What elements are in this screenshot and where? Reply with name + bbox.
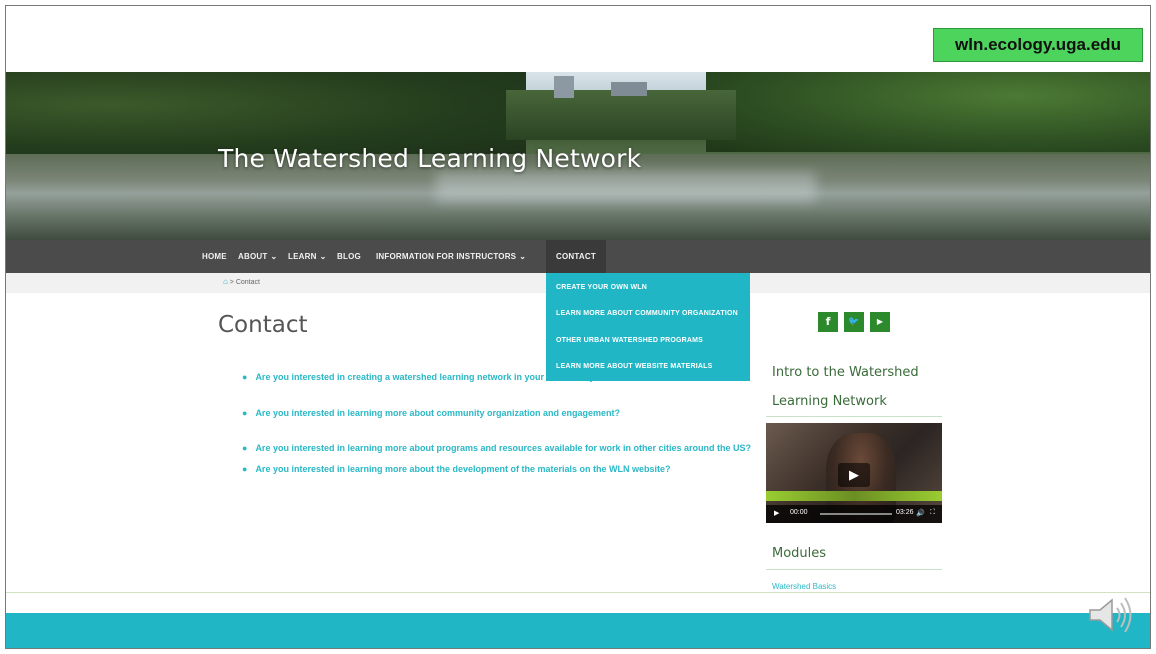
chevron-down-icon: ⌄ xyxy=(319,252,327,261)
nav-blog-label: BLOG xyxy=(337,252,361,261)
site-footer xyxy=(6,613,1150,648)
nav-learn[interactable]: LEARN ⌄ xyxy=(288,240,326,273)
breadcrumb-current: Contact xyxy=(235,279,260,286)
video-current-time: 00:00 xyxy=(790,509,808,516)
hero-trees-left xyxy=(6,72,526,154)
site-title[interactable]: The Watershed Learning Network xyxy=(218,144,641,173)
bullet-icon: ● xyxy=(242,372,248,382)
nav-home-label: HOME xyxy=(202,252,227,261)
youtube-icon[interactable]: ▶ xyxy=(870,312,890,332)
breadcrumb-separator: > xyxy=(229,279,234,286)
nav-instructors[interactable]: INFORMATION FOR INSTRUCTORS ⌄ xyxy=(376,240,526,273)
hero-building xyxy=(611,82,647,96)
url-badge: wln.ecology.uga.edu xyxy=(933,28,1143,62)
nav-about[interactable]: ABOUT ⌄ xyxy=(238,240,277,273)
nav-instructors-label: INFORMATION FOR INSTRUCTORS xyxy=(376,252,517,261)
hero-building xyxy=(554,76,574,98)
nav-blog[interactable]: BLOG xyxy=(337,240,361,273)
video-controls: ▶ 00:00 03:26 🔊 ⛶ xyxy=(766,505,942,523)
contact-link[interactable]: Are you interested in learning more abou… xyxy=(255,464,670,474)
bullet-icon: ● xyxy=(242,464,248,474)
module-link-watershed-basics[interactable]: Watershed Basics xyxy=(772,582,836,591)
home-icon[interactable]: ⌂ xyxy=(223,277,228,286)
video-thumbnail-banner xyxy=(766,491,942,501)
contact-dropdown-menu: CREATE YOUR OWN WLN LEARN MORE ABOUT COM… xyxy=(546,273,750,381)
divider xyxy=(766,416,942,417)
twitter-icon[interactable]: 🐦 xyxy=(844,312,864,332)
list-item[interactable]: ● Are you interested in learning more abo… xyxy=(242,408,620,418)
nav-contact[interactable]: CONTACT xyxy=(546,240,606,273)
facebook-icon[interactable]: f xyxy=(818,312,838,332)
intro-video-player[interactable]: ▶ ▶ 00:00 03:26 🔊 ⛶ xyxy=(766,423,942,523)
dropdown-item-community-organization[interactable]: LEARN MORE ABOUT COMMUNITY ORGANIZATION xyxy=(556,310,738,317)
speaker-icon[interactable] xyxy=(1086,590,1136,640)
footer-divider xyxy=(6,592,1150,593)
volume-icon[interactable]: 🔊 xyxy=(916,509,925,517)
nav-home[interactable]: HOME xyxy=(202,240,227,273)
modules-heading: Modules xyxy=(772,546,827,561)
video-seek-bar[interactable] xyxy=(820,513,892,515)
main-nav: HOME ABOUT ⌄ LEARN ⌄ BLOG INFORMATION FOR … xyxy=(6,240,1150,273)
video-duration: 03:26 xyxy=(896,509,914,516)
contact-link[interactable]: Are you interested in learning more abou… xyxy=(255,408,620,418)
bullet-icon: ● xyxy=(242,408,248,418)
nav-learn-label: LEARN xyxy=(288,252,317,261)
divider xyxy=(766,569,942,570)
play-button[interactable]: ▶ xyxy=(774,509,779,517)
dropdown-item-create-wln[interactable]: CREATE YOUR OWN WLN xyxy=(556,284,647,291)
nav-contact-label: CONTACT xyxy=(556,252,596,261)
slide-frame: wln.ecology.uga.edu The Watershed Learni… xyxy=(5,5,1151,649)
breadcrumb-trail: ⌂ > Contact xyxy=(223,277,260,286)
page-title: Contact xyxy=(218,312,308,338)
hero-trees-right xyxy=(706,72,1150,152)
dropdown-item-urban-watershed[interactable]: OTHER URBAN WATERSHED PROGRAMS xyxy=(556,337,703,344)
bullet-icon: ● xyxy=(242,443,248,453)
fullscreen-icon[interactable]: ⛶ xyxy=(930,509,935,517)
chevron-down-icon: ⌄ xyxy=(519,252,527,261)
list-item[interactable]: ● Are you interested in learning more abo… xyxy=(242,443,751,453)
hero-far-bank xyxy=(506,90,736,140)
list-item[interactable]: ● Are you interested in learning more abo… xyxy=(242,464,671,474)
play-icon[interactable]: ▶ xyxy=(838,463,870,487)
hero-reflection xyxy=(436,172,816,202)
nav-about-label: ABOUT xyxy=(238,252,268,261)
contact-link[interactable]: Are you interested in learning more abou… xyxy=(255,443,751,453)
dropdown-item-website-materials[interactable]: LEARN MORE ABOUT WEBSITE MATERIALS xyxy=(556,363,713,370)
video-widget-heading-line1: Intro to the Watershed xyxy=(772,365,919,380)
chevron-down-icon: ⌄ xyxy=(270,252,278,261)
video-widget-heading-line2: Learning Network xyxy=(772,394,887,409)
